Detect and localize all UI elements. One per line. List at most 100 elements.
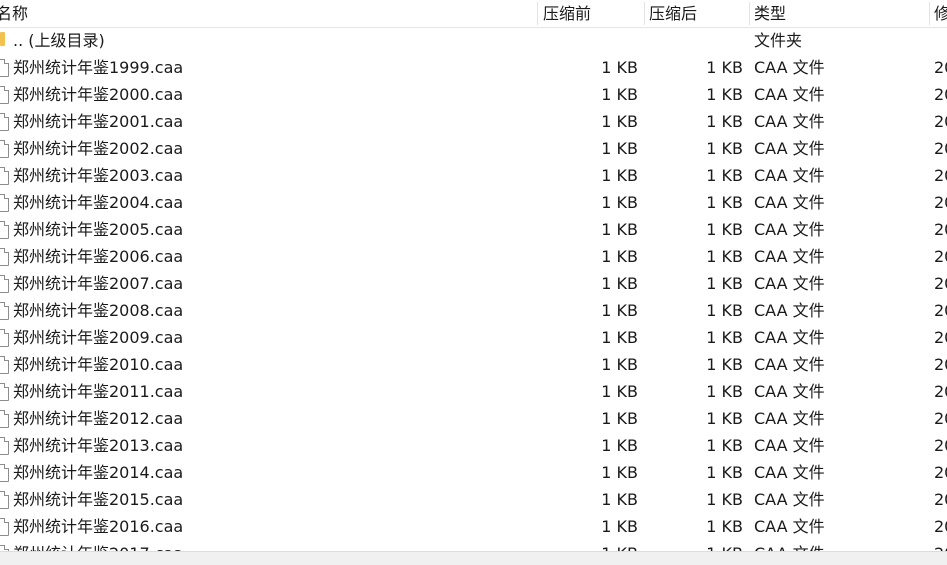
file-name: 郑州统计年鉴2003.caa: [13, 166, 184, 185]
file-type: CAA 文件: [754, 247, 825, 266]
list-item[interactable]: 郑州统计年鉴2013.caa 1 KB 1 KB CAA 文件 20: [0, 432, 947, 459]
file-icon: [0, 459, 13, 486]
file-name: 郑州统计年鉴2013.caa: [13, 436, 184, 455]
file-type: CAA 文件: [754, 463, 825, 482]
file-name: 郑州统计年鉴2017.caa: [13, 540, 533, 551]
file-type: CAA 文件: [754, 193, 825, 212]
file-name: 郑州统计年鉴2014.caa: [13, 463, 184, 482]
file-list: .. (上级目录) 文件夹 郑州统计年鉴1999.caa 1 KB 1 KB CAA …: [0, 27, 947, 551]
file-modified: 20: [934, 274, 947, 293]
file-type: CAA 文件: [754, 540, 924, 551]
file-size: 1 KB: [601, 139, 638, 158]
file-size: 1 KB: [601, 247, 638, 266]
file-name: 郑州统计年鉴2009.caa: [13, 328, 184, 347]
file-icon: [0, 540, 13, 551]
file-packed-size: 1 KB: [706, 328, 743, 347]
file-size: 1 KB: [601, 409, 638, 428]
file-packed-size: 1 KB: [706, 85, 743, 104]
file-name: 郑州统计年鉴2015.caa: [13, 490, 184, 509]
file-type: CAA 文件: [754, 85, 825, 104]
folder-icon: [0, 27, 13, 54]
file-name: 郑州统计年鉴2008.caa: [13, 301, 184, 320]
parent-folder-name: .. (上级目录): [13, 31, 105, 50]
list-item[interactable]: 郑州统计年鉴2005.caa 1 KB 1 KB CAA 文件 20: [0, 216, 947, 243]
list-item[interactable]: 郑州统计年鉴2003.caa 1 KB 1 KB CAA 文件 20: [0, 162, 947, 189]
file-name: 郑州统计年鉴2004.caa: [13, 193, 184, 212]
column-header-modified[interactable]: 修: [934, 0, 947, 27]
file-size: 1 KB: [601, 220, 638, 239]
file-modified: 20: [934, 220, 947, 239]
file-packed-size: 1 KB: [706, 436, 743, 455]
file-modified: 20: [934, 193, 947, 212]
list-item[interactable]: 郑州统计年鉴2016.caa 1 KB 1 KB CAA 文件 20: [0, 513, 947, 540]
list-item[interactable]: 郑州统计年鉴2017.caa 1 KB 1 KB CAA 文件 20: [0, 540, 947, 551]
list-item-parent-folder[interactable]: .. (上级目录) 文件夹: [0, 27, 947, 54]
file-size: 1 KB: [601, 382, 638, 401]
file-packed-size: 1 KB: [706, 409, 743, 428]
column-divider[interactable]: [537, 2, 538, 25]
file-packed-size: 1 KB: [706, 220, 743, 239]
file-modified: 20: [934, 436, 947, 455]
file-size: 1 KB: [601, 85, 638, 104]
column-header-packed[interactable]: 压缩后: [649, 0, 744, 27]
file-modified: 20: [934, 517, 947, 536]
file-name: 郑州统计年鉴2010.caa: [13, 355, 184, 374]
file-name: 郑州统计年鉴2001.caa: [13, 112, 184, 131]
file-icon: [0, 270, 13, 297]
file-modified: 20: [934, 409, 947, 428]
file-modified: 20: [934, 166, 947, 185]
file-size: 1 KB: [601, 328, 638, 347]
list-item[interactable]: 郑州统计年鉴2007.caa 1 KB 1 KB CAA 文件 20: [0, 270, 947, 297]
list-item[interactable]: 郑州统计年鉴2000.caa 1 KB 1 KB CAA 文件 20: [0, 81, 947, 108]
file-size: 1 KB: [601, 58, 638, 77]
file-icon: [0, 135, 13, 162]
list-item[interactable]: 郑州统计年鉴2011.caa 1 KB 1 KB CAA 文件 20: [0, 378, 947, 405]
column-header-size[interactable]: 压缩前: [543, 0, 638, 27]
file-type: CAA 文件: [754, 220, 825, 239]
column-header-name[interactable]: 名称: [0, 0, 526, 27]
file-icon: [0, 216, 13, 243]
list-item[interactable]: 郑州统计年鉴2006.caa 1 KB 1 KB CAA 文件 20: [0, 243, 947, 270]
list-item[interactable]: 郑州统计年鉴2002.caa 1 KB 1 KB CAA 文件 20: [0, 135, 947, 162]
file-modified: 20: [934, 328, 947, 347]
file-size: 1 KB: [601, 166, 638, 185]
file-size: 1 KB: [540, 540, 638, 551]
file-icon: [0, 54, 13, 81]
file-size: 1 KB: [601, 193, 638, 212]
file-packed-size: 1 KB: [645, 540, 743, 551]
file-packed-size: 1 KB: [706, 463, 743, 482]
list-item[interactable]: 郑州统计年鉴2012.caa 1 KB 1 KB CAA 文件 20: [0, 405, 947, 432]
file-modified: 20: [934, 540, 947, 551]
file-modified: 20: [934, 382, 947, 401]
file-icon: [0, 243, 13, 270]
column-header: 名称 压缩前 压缩后 类型 修: [0, 0, 947, 28]
file-icon: [0, 378, 13, 405]
column-divider[interactable]: [644, 2, 645, 25]
file-packed-size: 1 KB: [706, 490, 743, 509]
file-name: 郑州统计年鉴2011.caa: [13, 382, 184, 401]
file-icon: [0, 162, 13, 189]
list-item[interactable]: 郑州统计年鉴2015.caa 1 KB 1 KB CAA 文件 20: [0, 486, 947, 513]
list-item[interactable]: 郑州统计年鉴2014.caa 1 KB 1 KB CAA 文件 20: [0, 459, 947, 486]
column-header-type[interactable]: 类型: [754, 0, 924, 27]
file-modified: 20: [934, 247, 947, 266]
file-modified: 20: [934, 355, 947, 374]
file-type: CAA 文件: [754, 328, 825, 347]
file-name: 郑州统计年鉴2005.caa: [13, 220, 184, 239]
file-icon: [0, 432, 13, 459]
list-item[interactable]: 郑州统计年鉴2001.caa 1 KB 1 KB CAA 文件 20: [0, 108, 947, 135]
column-divider[interactable]: [749, 2, 750, 25]
file-name: 郑州统计年鉴2007.caa: [13, 274, 184, 293]
file-icon: [0, 405, 13, 432]
list-item[interactable]: 郑州统计年鉴2004.caa 1 KB 1 KB CAA 文件 20: [0, 189, 947, 216]
list-item[interactable]: 郑州统计年鉴2009.caa 1 KB 1 KB CAA 文件 20: [0, 324, 947, 351]
file-type: CAA 文件: [754, 58, 825, 77]
column-divider[interactable]: [929, 2, 930, 25]
file-icon: [0, 351, 13, 378]
list-item[interactable]: 郑州统计年鉴2010.caa 1 KB 1 KB CAA 文件 20: [0, 351, 947, 378]
list-item[interactable]: 郑州统计年鉴1999.caa 1 KB 1 KB CAA 文件 20: [0, 54, 947, 81]
list-item[interactable]: 郑州统计年鉴2008.caa 1 KB 1 KB CAA 文件 20: [0, 297, 947, 324]
file-modified: 20: [934, 463, 947, 482]
file-packed-size: 1 KB: [706, 355, 743, 374]
file-icon: [0, 297, 13, 324]
